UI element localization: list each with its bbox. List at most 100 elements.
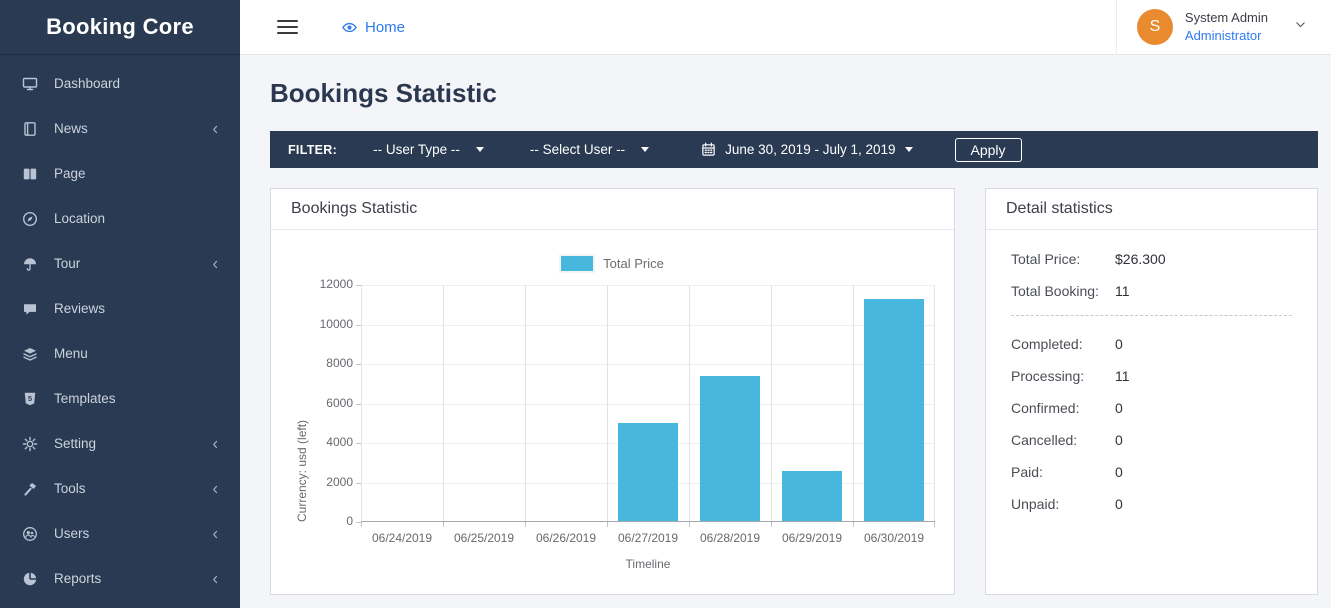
stat-value: 11 bbox=[1115, 368, 1130, 384]
stat-label: Paid: bbox=[1011, 464, 1115, 480]
sidebar-item-label: Tools bbox=[54, 481, 210, 496]
sidebar-item-news[interactable]: News bbox=[0, 106, 240, 151]
x-tick-label: 06/25/2019 bbox=[443, 531, 525, 545]
x-tick-mark bbox=[361, 522, 362, 527]
select-user-dropdown[interactable]: -- Select User -- bbox=[530, 142, 649, 157]
sidebar-item-users[interactable]: Users bbox=[0, 511, 240, 556]
apply-button[interactable]: Apply bbox=[955, 138, 1022, 162]
y-tick-label: 4000 bbox=[275, 435, 353, 449]
y-tick-label: 2000 bbox=[275, 475, 353, 489]
y-gridline bbox=[361, 404, 935, 405]
filter-label: FILTER: bbox=[288, 143, 337, 157]
chevron-left-icon bbox=[210, 528, 222, 540]
user-type-dropdown-value: -- User Type -- bbox=[373, 142, 460, 157]
home-link[interactable]: Home bbox=[341, 19, 405, 36]
chart-bar bbox=[618, 423, 677, 522]
eye-icon bbox=[341, 20, 358, 35]
chart-bar bbox=[864, 299, 923, 522]
x-tick-label: 06/28/2019 bbox=[689, 531, 771, 545]
x-tick-label: 06/26/2019 bbox=[525, 531, 607, 545]
user-role: Administrator bbox=[1185, 27, 1268, 45]
main-area: Home S System Admin Administrator Bookin… bbox=[240, 0, 1331, 608]
stat-row-processing: Processing: 11 bbox=[1011, 368, 1292, 384]
x-tick-mark bbox=[607, 522, 608, 527]
hamburger-menu-icon[interactable] bbox=[277, 20, 298, 34]
chevron-down-icon bbox=[1294, 18, 1307, 36]
stats-card-title: Detail statistics bbox=[986, 189, 1317, 230]
sidebar-item-label: Dashboard bbox=[54, 76, 222, 91]
users-icon bbox=[21, 526, 39, 542]
tools-icon bbox=[21, 481, 39, 497]
stat-label: Total Booking: bbox=[1011, 283, 1115, 299]
sidebar-item-templates[interactable]: 5 Templates bbox=[0, 376, 240, 421]
x-tick-label: 06/30/2019 bbox=[853, 531, 935, 545]
sidebar-item-reviews[interactable]: Reviews bbox=[0, 286, 240, 331]
date-range-value: June 30, 2019 - July 1, 2019 bbox=[725, 142, 895, 157]
bookings-statistic-card: Bookings Statistic Total Price Currency:… bbox=[270, 188, 955, 595]
reports-icon bbox=[21, 571, 39, 587]
x-tick-mark bbox=[853, 522, 854, 527]
sidebar-item-dashboard[interactable]: Dashboard bbox=[0, 61, 240, 106]
avatar: S bbox=[1137, 9, 1173, 45]
x-tick-label: 06/27/2019 bbox=[607, 531, 689, 545]
news-icon bbox=[21, 121, 39, 137]
chevron-left-icon bbox=[210, 258, 222, 270]
stat-label: Completed: bbox=[1011, 336, 1115, 352]
tour-icon bbox=[21, 256, 39, 272]
y-tick-label: 12000 bbox=[275, 277, 353, 291]
sidebar-item-tour[interactable]: Tour bbox=[0, 241, 240, 286]
stat-row-total-price: Total Price: $26.300 bbox=[1011, 251, 1292, 267]
sidebar-item-location[interactable]: Location bbox=[0, 196, 240, 241]
caret-down-icon bbox=[476, 147, 484, 152]
app: Booking Core Dashboard News bbox=[0, 0, 1331, 608]
x-axis-line bbox=[361, 521, 935, 522]
stat-value: 0 bbox=[1115, 336, 1123, 352]
divider bbox=[1011, 315, 1292, 316]
stat-label: Confirmed: bbox=[1011, 400, 1115, 416]
sidebar-nav: Dashboard News Page bbox=[0, 55, 240, 601]
stat-value: 0 bbox=[1115, 432, 1123, 448]
caret-down-icon bbox=[641, 147, 649, 152]
chart-body: Total Price Currency: usd (left) 0200040… bbox=[271, 230, 954, 596]
chevron-left-icon bbox=[210, 573, 222, 585]
brand-logo[interactable]: Booking Core bbox=[0, 0, 240, 55]
sidebar-item-label: Reviews bbox=[54, 301, 222, 316]
user-menu[interactable]: S System Admin Administrator bbox=[1116, 0, 1331, 55]
sidebar-item-setting[interactable]: Setting bbox=[0, 421, 240, 466]
sidebar-item-label: Location bbox=[54, 211, 222, 226]
x-tick-mark bbox=[689, 522, 690, 527]
y-gridline bbox=[361, 325, 935, 326]
stat-label: Cancelled: bbox=[1011, 432, 1115, 448]
date-range-picker[interactable]: June 30, 2019 - July 1, 2019 bbox=[701, 142, 912, 157]
chart-bar bbox=[782, 471, 841, 522]
caret-down-icon bbox=[905, 147, 913, 152]
sidebar-item-menu[interactable]: Menu bbox=[0, 331, 240, 376]
x-tick-mark bbox=[771, 522, 772, 527]
y-tick-label: 6000 bbox=[275, 396, 353, 410]
stats-body: Total Price: $26.300 Total Booking: 11 C… bbox=[986, 230, 1317, 549]
content: Bookings Statistic FILTER: -- User Type … bbox=[240, 55, 1331, 608]
chevron-left-icon bbox=[210, 123, 222, 135]
x-tick-label: 06/29/2019 bbox=[771, 531, 853, 545]
x-tick-mark bbox=[443, 522, 444, 527]
chevron-left-icon bbox=[210, 438, 222, 450]
user-type-dropdown[interactable]: -- User Type -- bbox=[373, 142, 484, 157]
sidebar-item-reports[interactable]: Reports bbox=[0, 556, 240, 601]
y-tick-label: 0 bbox=[275, 514, 353, 528]
x-axis-title: Timeline bbox=[361, 557, 935, 571]
sidebar-item-page[interactable]: Page bbox=[0, 151, 240, 196]
chart-legend: Total Price bbox=[271, 256, 954, 271]
x-gridline bbox=[607, 285, 608, 522]
x-tick-mark bbox=[525, 522, 526, 527]
sidebar-item-label: News bbox=[54, 121, 210, 136]
stat-row-paid: Paid: 0 bbox=[1011, 464, 1292, 480]
location-icon bbox=[21, 211, 39, 227]
sidebar-item-label: Templates bbox=[54, 391, 222, 406]
sidebar-item-label: Page bbox=[54, 166, 222, 181]
sidebar-item-label: Menu bbox=[54, 346, 222, 361]
menu-icon bbox=[21, 346, 39, 362]
stat-value: 0 bbox=[1115, 464, 1123, 480]
stat-row-cancelled: Cancelled: 0 bbox=[1011, 432, 1292, 448]
x-tick-mark bbox=[934, 522, 935, 527]
sidebar-item-tools[interactable]: Tools bbox=[0, 466, 240, 511]
